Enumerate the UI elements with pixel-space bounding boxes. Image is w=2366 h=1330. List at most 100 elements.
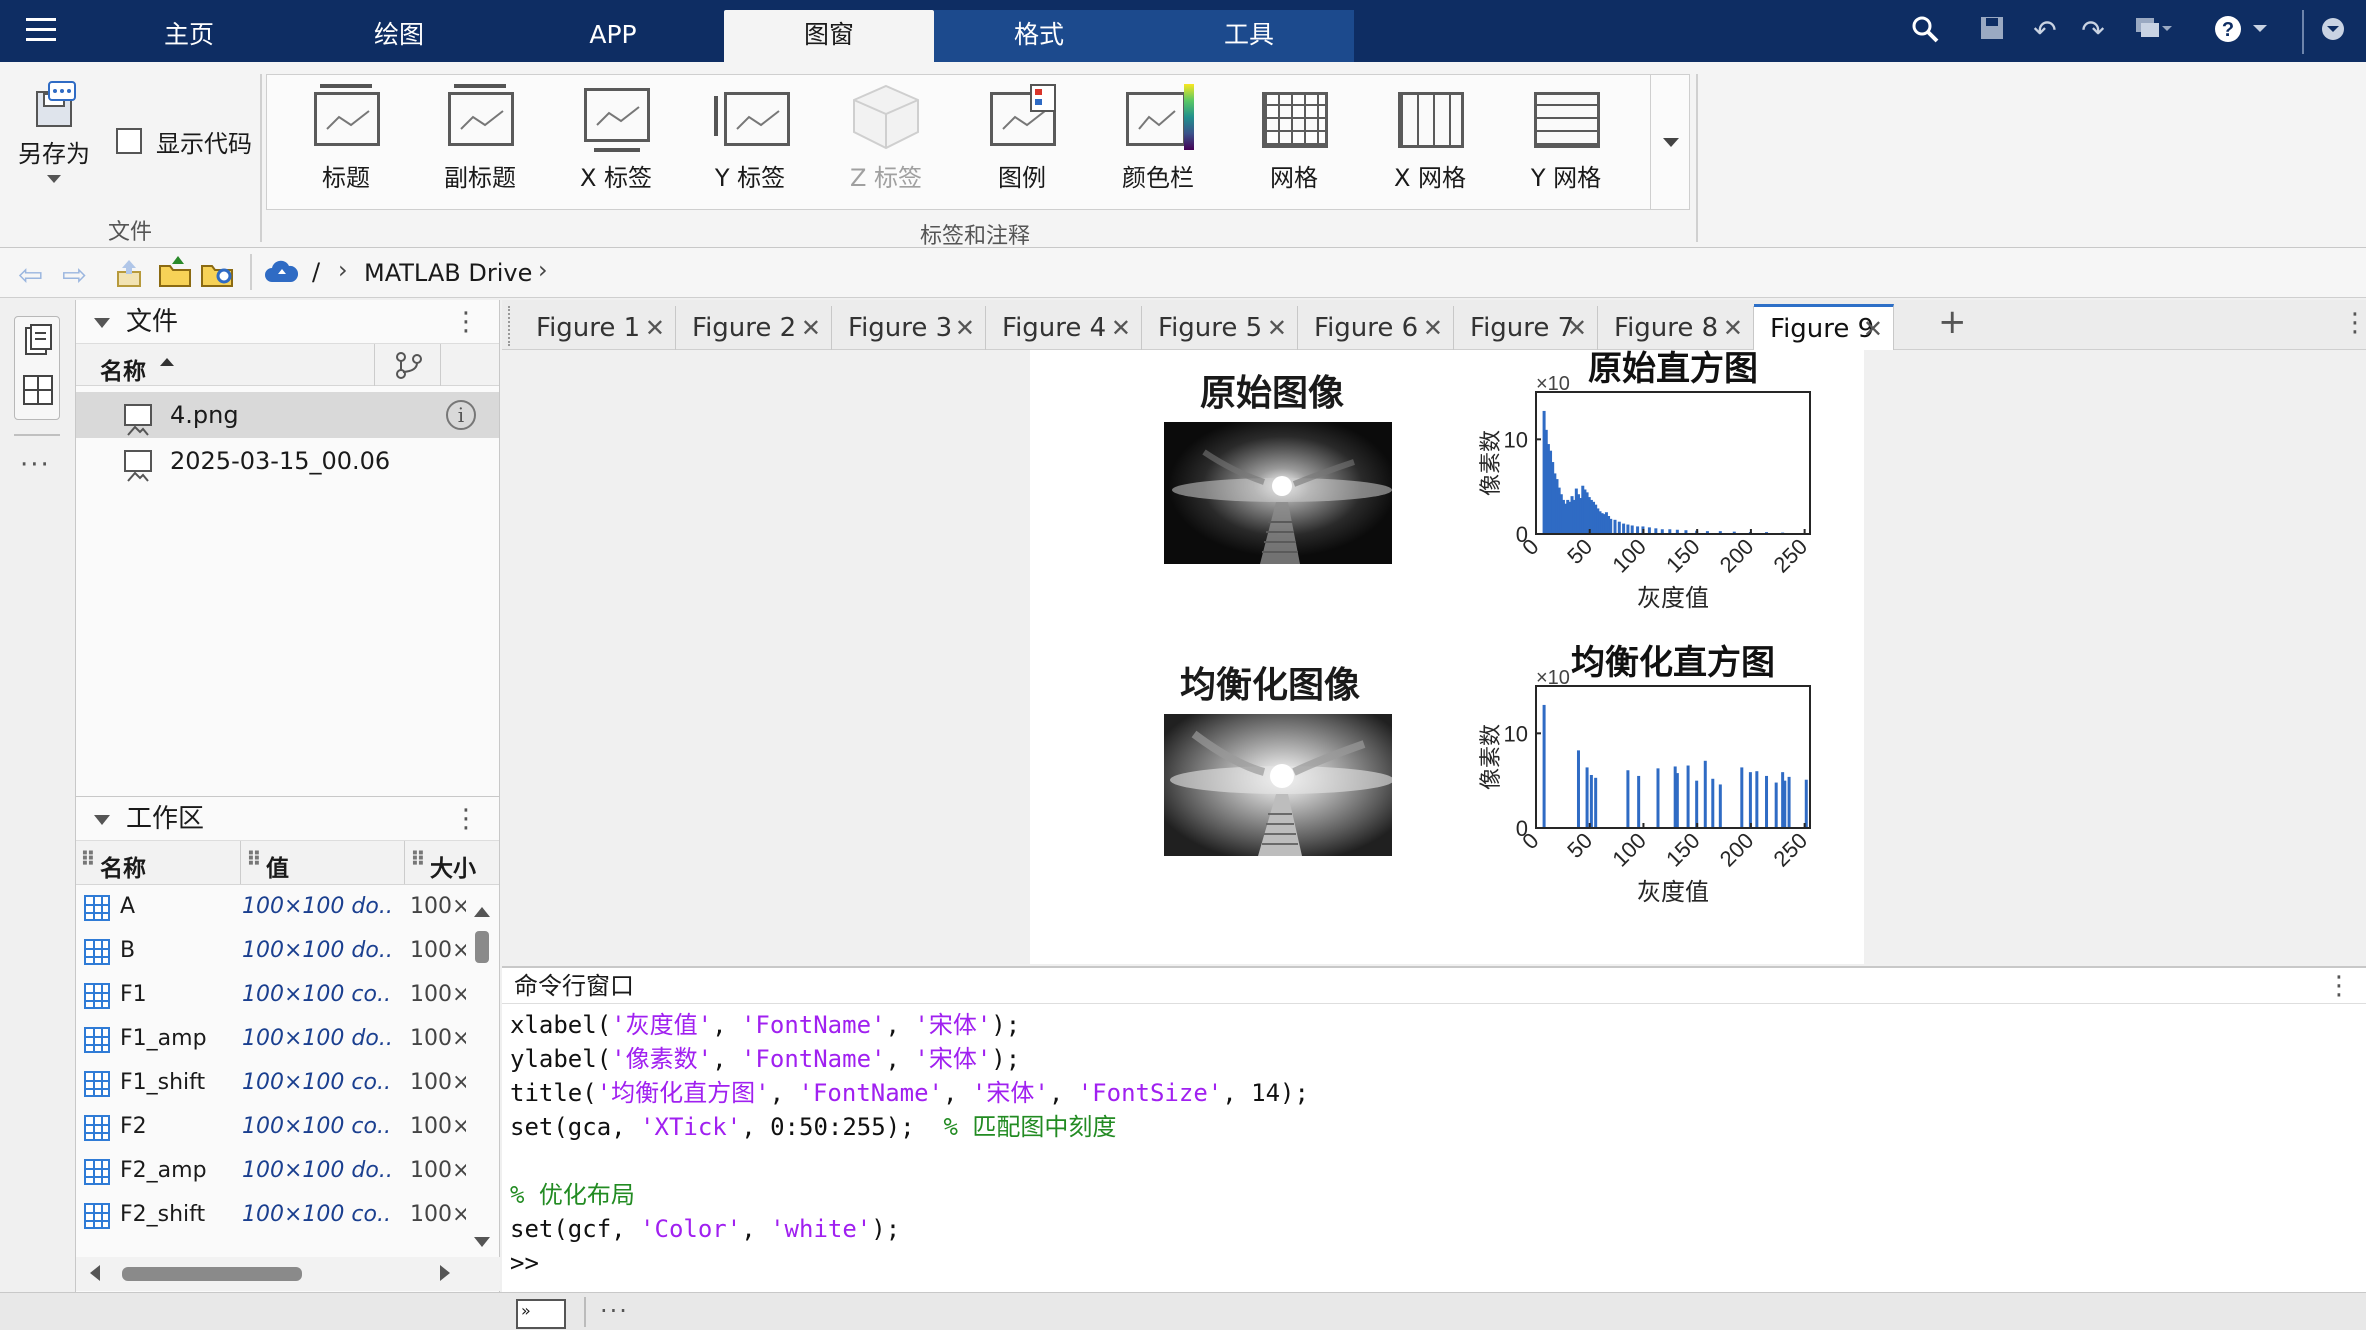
- tab-figure[interactable]: 图窗: [724, 10, 934, 62]
- browse-folder-icon[interactable]: [158, 256, 192, 292]
- workspace-panel-header[interactable]: 工作区 ⋮: [76, 797, 499, 841]
- ygrid-button[interactable]: Y 网格: [1506, 84, 1626, 193]
- path-segment[interactable]: MATLAB Drive: [364, 259, 532, 287]
- more-options-icon[interactable]: ···: [600, 1297, 629, 1325]
- workspace-row[interactable]: F1_shift 100×100 co... 100×: [76, 1061, 499, 1105]
- chevron-down-icon[interactable]: [47, 175, 61, 183]
- collapse-toolstrip-icon[interactable]: [2316, 14, 2350, 48]
- window-switch-icon[interactable]: [2130, 14, 2174, 48]
- tab-format[interactable]: 格式: [934, 10, 1144, 62]
- folder-search-icon[interactable]: [200, 256, 234, 292]
- subtitle-button[interactable]: 副标题: [420, 84, 540, 193]
- horizontal-scrollbar[interactable]: [76, 1257, 500, 1291]
- workspace-row[interactable]: F2_amp 100×100 do... 100×: [76, 1149, 499, 1193]
- up-folder-icon[interactable]: [114, 258, 144, 292]
- scrollbar-thumb[interactable]: [122, 1267, 302, 1281]
- gallery-expand-button[interactable]: [1650, 74, 1690, 210]
- column-divider[interactable]: [240, 841, 241, 884]
- back-arrow-icon[interactable]: ⇦: [18, 258, 43, 293]
- tab-plots[interactable]: 绘图: [294, 10, 504, 62]
- close-icon[interactable]: ✕: [1723, 306, 1743, 350]
- figure-canvas[interactable]: 原始图像 均衡化图像 原始直方图 ×10 10 0 像素数 0 50 100 150 200 250…: [1030, 350, 1864, 964]
- redo-icon[interactable]: ↷: [2076, 14, 2110, 48]
- git-branch-icon[interactable]: [394, 350, 424, 386]
- figure-tab[interactable]: Figure 8 ✕: [1598, 306, 1754, 350]
- search-icon[interactable]: [1908, 14, 1942, 48]
- save-as-button[interactable]: 另存为: [14, 80, 94, 183]
- panel-menu-icon[interactable]: ⋮: [2326, 968, 2352, 1004]
- title-button[interactable]: 标题: [286, 84, 406, 193]
- panel-menu-icon[interactable]: ⋮: [453, 797, 479, 841]
- forward-arrow-icon[interactable]: ⇨: [62, 258, 87, 293]
- legend-button[interactable]: 图例: [962, 84, 1082, 193]
- workspace-row[interactable]: F2_shift 100×100 co... 100×: [76, 1193, 499, 1237]
- workspace-row[interactable]: F1_amp 100×100 do... 100×: [76, 1017, 499, 1061]
- figure-tab[interactable]: Figure 9 ✕: [1754, 304, 1894, 351]
- workspace-row[interactable]: B 100×100 do... 100×: [76, 929, 499, 973]
- cloud-icon[interactable]: [264, 260, 299, 288]
- figure-tab[interactable]: Figure 2 ✕: [676, 306, 832, 350]
- close-icon[interactable]: ✕: [1863, 307, 1883, 351]
- close-icon[interactable]: ✕: [1567, 306, 1587, 350]
- files-panel-icon[interactable]: [24, 324, 52, 360]
- grid-button[interactable]: 网格: [1234, 84, 1354, 193]
- collapse-triangle-icon[interactable]: [94, 318, 110, 328]
- command-output[interactable]: xlabel('灰度值', 'FontName', '宋体'); ylabel('…: [502, 1004, 2366, 1280]
- name-column-header[interactable]: 名称: [100, 352, 146, 386]
- scroll-up-icon[interactable]: [474, 907, 490, 917]
- scroll-right-icon[interactable]: [440, 1265, 450, 1281]
- workspace-panel-icon[interactable]: [22, 374, 54, 410]
- workspace-row[interactable]: F1 100×100 co... 100×: [76, 973, 499, 1017]
- close-icon[interactable]: ✕: [801, 306, 821, 350]
- close-icon[interactable]: ✕: [955, 306, 975, 350]
- zlabel-button[interactable]: Z 标签: [826, 84, 946, 193]
- help-icon[interactable]: ?: [2212, 14, 2272, 48]
- xlabel-button[interactable]: X 标签: [556, 84, 676, 193]
- more-options-icon[interactable]: ···: [20, 450, 51, 480]
- hamburger-menu-icon[interactable]: [26, 18, 56, 44]
- workspace-row[interactable]: F2 100×100 co... 100×: [76, 1105, 499, 1149]
- close-icon[interactable]: ✕: [1267, 306, 1287, 350]
- tab-apps[interactable]: APP: [508, 10, 718, 62]
- close-icon[interactable]: ✕: [1423, 306, 1443, 350]
- ylabel-button[interactable]: Y 标签: [690, 84, 810, 193]
- column-divider[interactable]: [404, 841, 405, 884]
- colorbar-button[interactable]: 颜色栏: [1098, 84, 1218, 193]
- chevron-right-icon[interactable]: ›: [538, 256, 548, 284]
- tab-home[interactable]: 主页: [84, 10, 294, 62]
- save-icon[interactable]: [1975, 14, 2009, 48]
- ws-value-column[interactable]: 值: [266, 849, 289, 883]
- panel-menu-icon[interactable]: ⋮: [453, 300, 479, 344]
- figure-tab[interactable]: Figure 1 ✕: [520, 306, 676, 350]
- ws-size-column[interactable]: 大小: [430, 849, 499, 883]
- collapse-triangle-icon[interactable]: [94, 815, 110, 825]
- undo-icon[interactable]: ↶: [2028, 14, 2062, 48]
- vertical-scrollbar[interactable]: [472, 907, 492, 1247]
- workspace-row[interactable]: A 100×100 do... 100×: [76, 885, 499, 929]
- drag-handle-icon[interactable]: ⠿: [246, 847, 262, 871]
- tab-menu-icon[interactable]: ⋮: [2342, 308, 2366, 338]
- scroll-down-icon[interactable]: [474, 1237, 490, 1247]
- figure-tab[interactable]: Figure 4 ✕: [986, 306, 1142, 350]
- close-icon[interactable]: ✕: [645, 306, 665, 350]
- figure-tab[interactable]: Figure 7 ✕: [1454, 306, 1598, 350]
- figure-tab[interactable]: Figure 6 ✕: [1298, 306, 1454, 350]
- xgrid-button[interactable]: X 网格: [1370, 84, 1490, 193]
- drag-handle-icon[interactable]: ⠿: [410, 847, 426, 871]
- file-row[interactable]: 2025-03-15_00.06: [76, 438, 499, 484]
- scrollbar-thumb[interactable]: [475, 931, 489, 963]
- figure-tab[interactable]: Figure 3 ✕: [832, 306, 986, 350]
- files-panel-header[interactable]: 文件 ⋮: [76, 300, 499, 344]
- ws-name-column[interactable]: 名称: [100, 849, 146, 883]
- command-window[interactable]: 命令行窗口 ⋮ xlabel('灰度值', 'FontName', '宋体');…: [502, 966, 2366, 1292]
- tab-tools[interactable]: 工具: [1144, 10, 1354, 62]
- info-icon[interactable]: i: [446, 400, 476, 430]
- figure-tab[interactable]: Figure 5 ✕: [1142, 306, 1298, 350]
- scroll-left-icon[interactable]: [90, 1265, 100, 1281]
- add-tab-icon[interactable]: +: [1938, 302, 1967, 342]
- file-row[interactable]: 4.png i: [76, 392, 499, 438]
- drag-handle-icon[interactable]: ⠿: [80, 847, 96, 871]
- show-code-checkbox[interactable]: [116, 128, 142, 154]
- terminal-icon[interactable]: »: [516, 1299, 566, 1329]
- close-icon[interactable]: ✕: [1111, 306, 1131, 350]
